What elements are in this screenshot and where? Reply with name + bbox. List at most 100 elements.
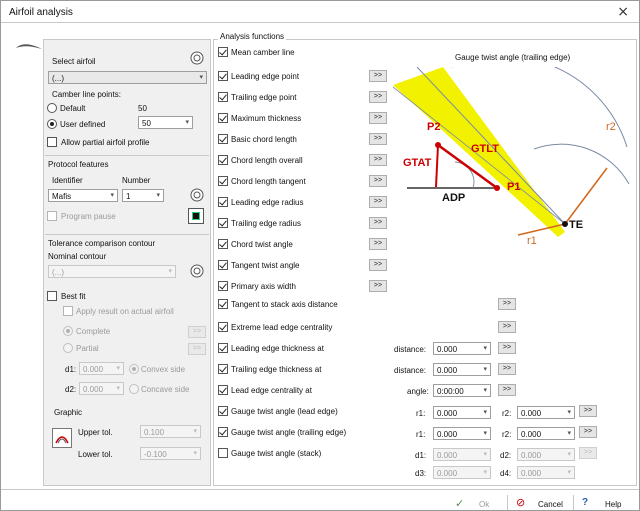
gtat-line: [435, 144, 439, 188]
cancel-button[interactable]: Cancel: [538, 500, 563, 509]
help-icon: ?: [582, 497, 589, 508]
airfoil-combo[interactable]: (...) ▾: [48, 71, 207, 84]
lead-r2-field[interactable]: 0.000 ▾: [517, 406, 575, 419]
ok-button[interactable]: Ok: [479, 500, 489, 509]
chevron-down-icon: ▾: [156, 192, 160, 199]
lower-tol-combo[interactable]: -0.100 ▾: [140, 447, 201, 460]
function-expand-button[interactable]: >>: [369, 133, 387, 145]
complete-expand-button[interactable]: >>: [188, 326, 206, 338]
r2-label: r2: [606, 121, 616, 133]
nominal-select-icon[interactable]: [189, 263, 205, 279]
function-checkbox[interactable]: [218, 239, 228, 249]
function-checkbox[interactable]: [218, 113, 228, 123]
trail-thickness-distance-field[interactable]: 0.000 ▾: [433, 363, 491, 376]
inner-arc: [533, 143, 630, 185]
camber-default-radio[interactable]: [47, 103, 57, 113]
convex-radio[interactable]: [129, 364, 139, 374]
lead-r1-field[interactable]: 0.000 ▾: [433, 406, 491, 419]
function-checkbox[interactable]: [218, 47, 228, 57]
function-expand-button[interactable]: >>: [498, 321, 516, 333]
function-expand-button[interactable]: >>: [498, 384, 516, 396]
function-expand-button[interactable]: >>: [369, 280, 387, 292]
function-checkbox[interactable]: [218, 71, 228, 81]
airfoil-select-icon[interactable]: [189, 50, 205, 66]
function-expand-button[interactable]: >>: [579, 405, 597, 417]
function-label: Tangent twist angle: [231, 261, 300, 270]
stack-d1-field[interactable]: 0.000 ▾: [433, 448, 491, 461]
graphic-icon[interactable]: [52, 428, 72, 448]
stack-d1-label: d1:: [415, 451, 427, 460]
function-expand-button[interactable]: >>: [369, 112, 387, 124]
function-checkbox[interactable]: [218, 260, 228, 270]
apply-result-checkbox[interactable]: [63, 306, 73, 316]
function-checkbox[interactable]: [218, 299, 228, 309]
function-checkbox[interactable]: [218, 92, 228, 102]
function-expand-button[interactable]: >>: [498, 298, 516, 310]
function-expand-button[interactable]: >>: [369, 196, 387, 208]
centrality-angle-field[interactable]: 0:00:00 ▾: [433, 384, 491, 397]
function-checkbox[interactable]: [218, 176, 228, 186]
function-checkbox[interactable]: [218, 197, 228, 207]
function-expand-button[interactable]: >>: [579, 447, 597, 459]
partial-radio[interactable]: [63, 343, 73, 353]
stack-d2-field[interactable]: 0.000 ▾: [517, 448, 575, 461]
stack-d3-field[interactable]: 0.000 ▾: [433, 466, 491, 479]
function-expand-button[interactable]: >>: [369, 70, 387, 82]
function-checkbox[interactable]: [218, 448, 228, 458]
d1-combo[interactable]: 0.000 ▾: [79, 362, 124, 375]
function-checkbox[interactable]: [218, 364, 228, 374]
concave-radio[interactable]: [129, 384, 139, 394]
lead-r2-label: r2:: [502, 409, 512, 418]
trail-r1-field[interactable]: 0.000 ▾: [433, 427, 491, 440]
function-checkbox[interactable]: [218, 155, 228, 165]
help-button[interactable]: Help: [605, 500, 621, 509]
camber-user-radio[interactable]: [47, 119, 57, 129]
camber-user-combo[interactable]: 50 ▾: [138, 116, 193, 129]
protocol-select-icon[interactable]: [189, 187, 205, 203]
camber-default-label: Default: [60, 104, 86, 113]
function-expand-button[interactable]: >>: [498, 363, 516, 375]
field-value: 0.000: [437, 366, 458, 375]
d2-combo[interactable]: 0.000 ▾: [79, 382, 124, 395]
function-checkbox[interactable]: [218, 343, 228, 353]
complete-radio[interactable]: [63, 326, 73, 336]
close-icon[interactable]: ×: [617, 4, 629, 20]
function-checkbox[interactable]: [218, 427, 228, 437]
allow-partial-checkbox[interactable]: [47, 137, 57, 147]
chevron-down-icon: ▾: [483, 451, 487, 458]
function-checkbox[interactable]: [218, 218, 228, 228]
function-label: Trailing edge point: [231, 93, 297, 102]
function-checkbox[interactable]: [218, 134, 228, 144]
partial-expand-button[interactable]: >>: [188, 343, 206, 355]
field-value: 0.000: [437, 345, 458, 354]
function-checkbox[interactable]: [218, 406, 228, 416]
identifier-combo[interactable]: Mafis ▾: [48, 189, 118, 202]
nominal-combo[interactable]: (...) ▾: [48, 265, 176, 278]
stack-d4-field[interactable]: 0.000 ▾: [517, 466, 575, 479]
function-expand-button[interactable]: >>: [369, 91, 387, 103]
function-expand-button[interactable]: >>: [369, 175, 387, 187]
stack-d2-label: d2:: [500, 451, 512, 460]
function-checkbox[interactable]: [218, 281, 228, 291]
function-expand-button[interactable]: >>: [498, 342, 516, 354]
camber-user-label: User defined: [60, 120, 106, 129]
lead-thickness-distance-field[interactable]: 0.000 ▾: [433, 342, 491, 355]
function-expand-button[interactable]: >>: [579, 426, 597, 438]
function-expand-button[interactable]: >>: [369, 154, 387, 166]
number-combo[interactable]: 1 ▾: [122, 189, 164, 202]
color-picker-icon[interactable]: [188, 208, 204, 224]
function-label: Lead edge centrality at: [231, 386, 312, 395]
function-expand-button[interactable]: >>: [369, 259, 387, 271]
function-expand-button[interactable]: >>: [369, 217, 387, 229]
best-fit-checkbox[interactable]: [47, 291, 57, 301]
function-checkbox[interactable]: [218, 322, 228, 332]
function-expand-button[interactable]: >>: [369, 238, 387, 250]
function-label: Leading edge point: [231, 72, 300, 81]
function-label: Chord length overall: [231, 156, 303, 165]
trail-r2-field[interactable]: 0.000 ▾: [517, 427, 575, 440]
program-pause-checkbox[interactable]: [47, 211, 57, 221]
nominal-label: Nominal contour: [48, 252, 107, 261]
field-value: 0.000: [437, 430, 458, 439]
function-checkbox[interactable]: [218, 385, 228, 395]
upper-tol-combo[interactable]: 0.100 ▾: [140, 425, 201, 438]
